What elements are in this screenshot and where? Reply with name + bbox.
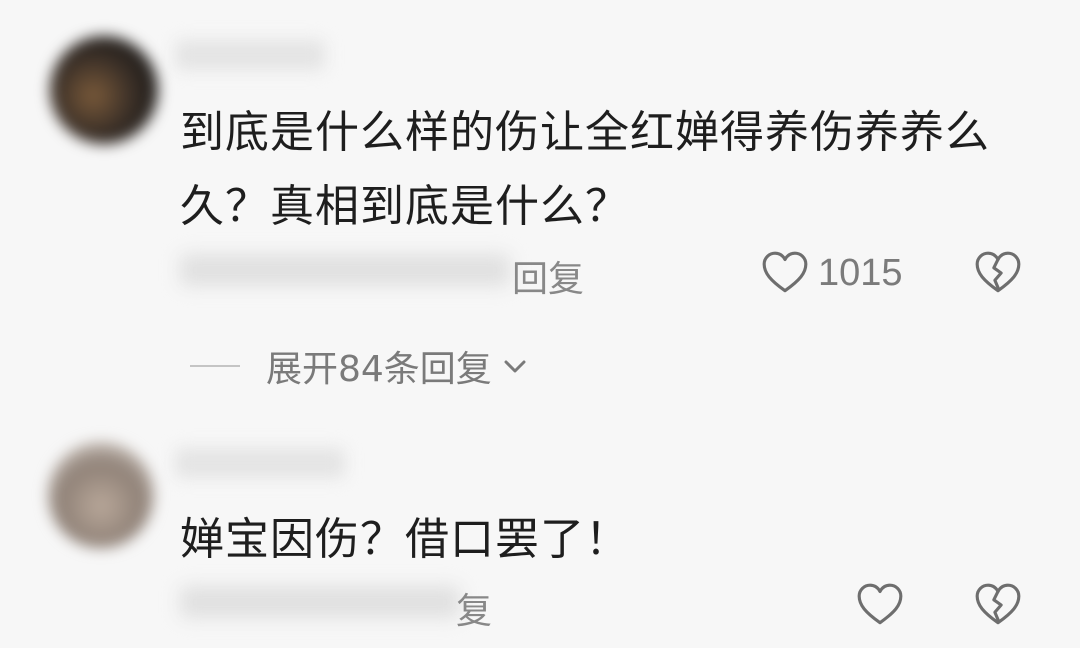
avatar[interactable]	[50, 36, 158, 144]
dislike-button[interactable]	[973, 248, 1023, 298]
expand-replies-button[interactable]: 展开84条回复	[190, 340, 530, 392]
heart-outline-icon	[857, 583, 903, 625]
expand-replies-label: 展开84条回复	[266, 349, 492, 390]
like-button[interactable]: 1015	[760, 248, 903, 298]
like-count: 1015	[818, 251, 903, 294]
username-blurred[interactable]	[175, 40, 325, 70]
comment-item: 婵宝因伤？借口罢了！ 复	[0, 420, 1080, 648]
comment-text-line: 婵宝因伤？借口罢了！	[180, 514, 630, 565]
comment-text: 到底是什么样的伤让全红婵得养伤养养么 久？真相到底是什么？	[180, 96, 1020, 244]
dislike-button[interactable]	[973, 580, 1023, 630]
timestamp-location-blurred	[180, 254, 510, 286]
comment-text-line: 到底是什么样的伤让全红婵得养伤养养么	[180, 107, 990, 158]
username-blurred[interactable]	[175, 448, 345, 478]
timestamp-location-blurred	[180, 586, 460, 618]
avatar[interactable]	[48, 442, 154, 548]
comment-text: 婵宝因伤？借口罢了！	[180, 503, 1020, 577]
broken-heart-icon	[975, 251, 1021, 293]
chevron-down-icon	[504, 360, 526, 373]
reply-button[interactable]: 复	[456, 582, 492, 634]
divider-line	[190, 365, 240, 367]
broken-heart-icon	[975, 583, 1021, 625]
comment-item: 到底是什么样的伤让全红婵得养伤养养么 久？真相到底是什么？ 回复 1015 展开…	[0, 0, 1080, 420]
comment-text-line: 久？真相到底是什么？	[180, 181, 630, 232]
like-button[interactable]	[855, 580, 905, 630]
heart-outline-icon	[762, 251, 808, 293]
reply-button[interactable]: 回复	[512, 250, 584, 302]
